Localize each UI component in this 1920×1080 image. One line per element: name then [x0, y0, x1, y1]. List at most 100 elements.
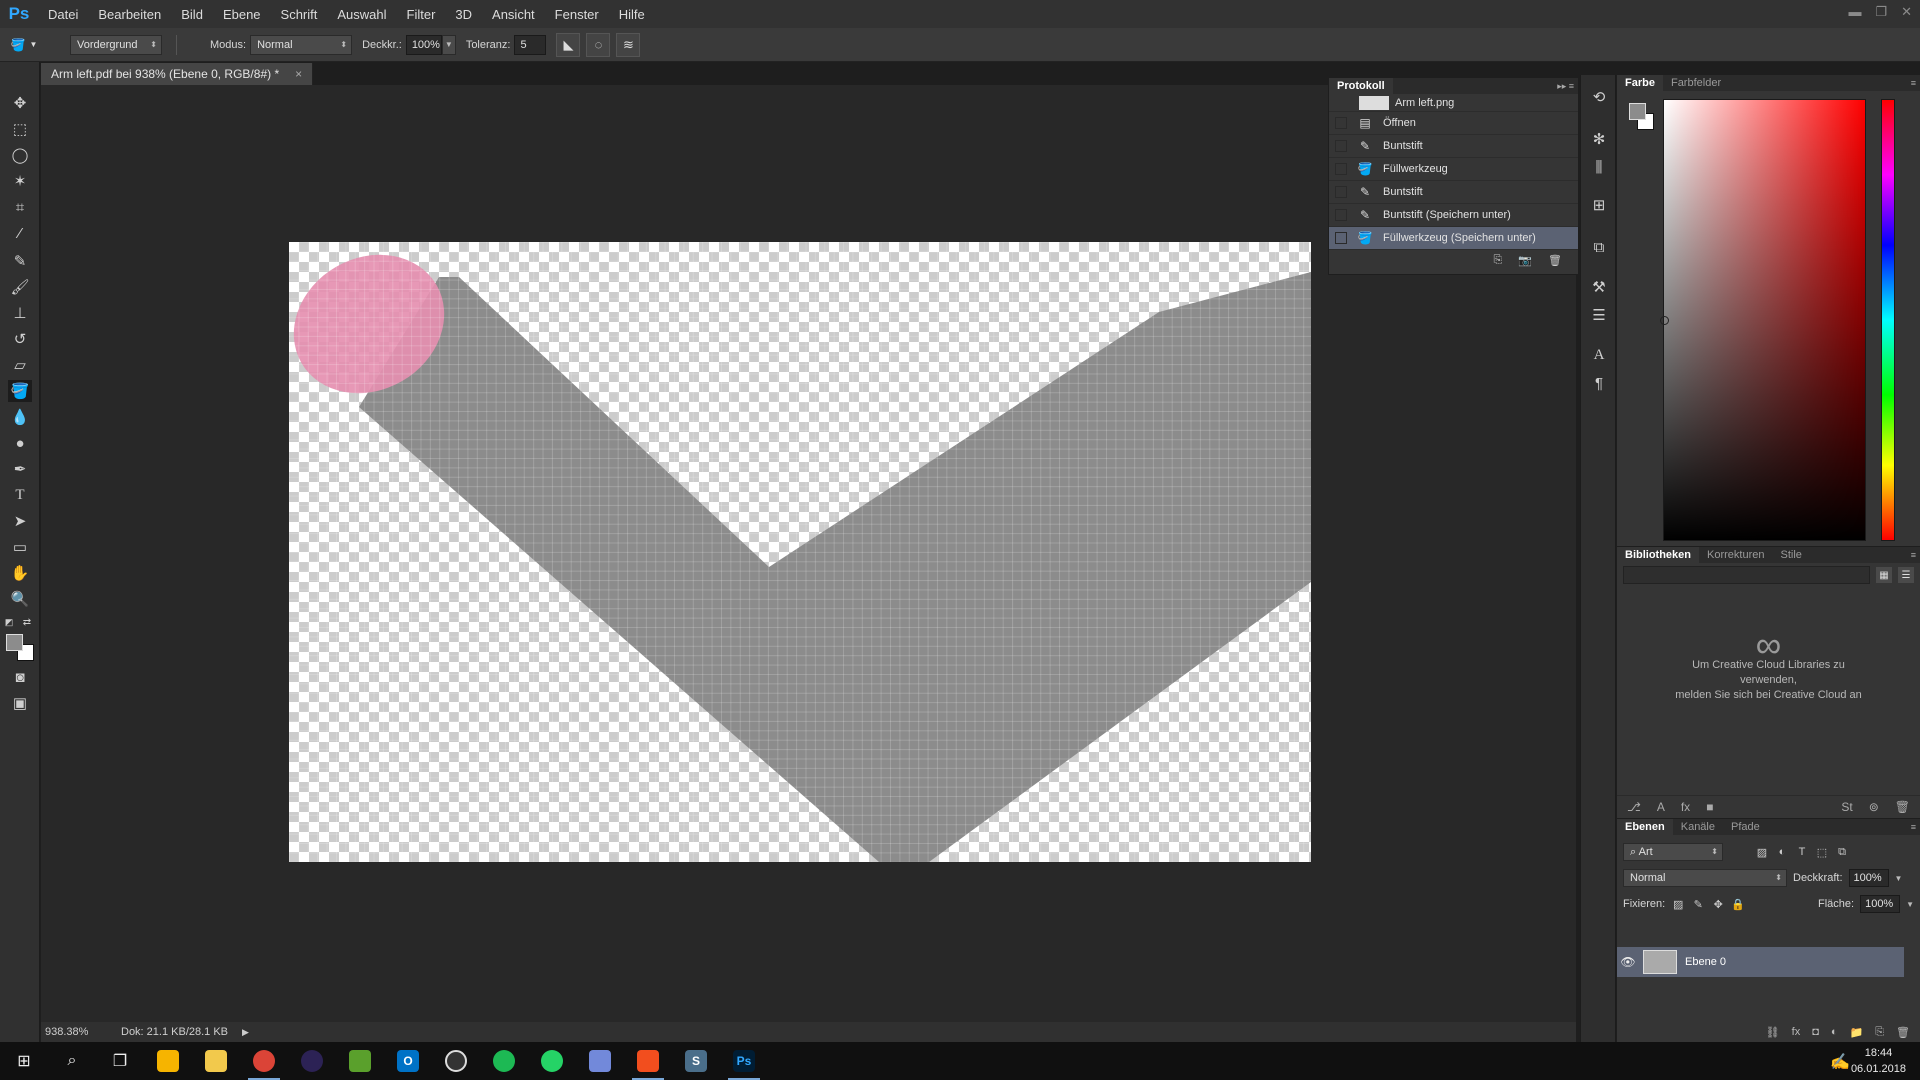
- whatsapp-icon[interactable]: [528, 1042, 576, 1080]
- menu-filter[interactable]: Filter: [397, 7, 446, 22]
- tab-kanaele[interactable]: Kanäle: [1673, 819, 1723, 835]
- history-brush-tool-icon[interactable]: ↺: [8, 328, 32, 350]
- move-tool-icon[interactable]: ✥: [8, 92, 32, 114]
- panel-menu-icon[interactable]: ≡: [1911, 822, 1920, 832]
- type-tool-icon[interactable]: T: [8, 484, 32, 506]
- smart-object-filter-icon[interactable]: ⧉: [1835, 845, 1849, 859]
- document-tab[interactable]: Arm left.pdf bei 938% (Ebene 0, RGB/8#) …: [41, 63, 314, 85]
- history-panel-icon[interactable]: ⟲: [1587, 85, 1611, 109]
- opacity-slider-toggle[interactable]: ▼: [441, 34, 456, 55]
- add-layer-style-icon[interactable]: fx: [1681, 800, 1690, 814]
- rectangle-tool-icon[interactable]: ▭: [8, 536, 32, 558]
- menu-3d[interactable]: 3D: [445, 7, 482, 22]
- grid-view-icon[interactable]: ▦: [1876, 567, 1892, 583]
- eraser-tool-icon[interactable]: ▱: [8, 354, 32, 376]
- history-item-selected[interactable]: 🪣 Füllwerkzeug (Speichern unter): [1329, 227, 1578, 250]
- task-view-icon[interactable]: ❐: [96, 1042, 144, 1080]
- restore-icon[interactable]: ❐: [1875, 4, 1887, 20]
- zoom-tool-icon[interactable]: 🔍: [8, 588, 32, 610]
- panel-collapse-icon[interactable]: ▸▸ ≡: [1557, 81, 1578, 92]
- sync-icon[interactable]: ⊚: [1869, 800, 1879, 814]
- menu-auswahl[interactable]: Auswahl: [327, 7, 396, 22]
- all-layers-icon[interactable]: ≋: [616, 32, 641, 57]
- quick-mask-icon[interactable]: ◙: [8, 666, 32, 688]
- menu-bild[interactable]: Bild: [171, 7, 213, 22]
- shape-filter-icon[interactable]: ⬚: [1815, 845, 1829, 859]
- history-source-checkbox[interactable]: [1335, 117, 1347, 129]
- new-group-icon[interactable]: 📁: [1850, 1026, 1864, 1039]
- eyedropper-tool-icon[interactable]: ⁄: [8, 222, 32, 244]
- clock[interactable]: 18:44 06.01.2018: [1851, 1045, 1906, 1077]
- color-picker-handle[interactable]: [1660, 316, 1669, 325]
- screen-mode-icon[interactable]: ▣: [8, 692, 32, 714]
- lock-all-icon[interactable]: 🔒: [1731, 897, 1745, 911]
- layer-style-icon[interactable]: fx: [1792, 1026, 1801, 1038]
- layer-row[interactable]: 👁 Ebene 0: [1617, 947, 1904, 977]
- lock-transparency-icon[interactable]: ▨: [1671, 897, 1685, 911]
- notepad-icon[interactable]: [336, 1042, 384, 1080]
- list-view-icon[interactable]: ☰: [1898, 567, 1914, 583]
- pen-tool-icon[interactable]: ✒: [8, 458, 32, 480]
- history-snapshot[interactable]: Arm left.png: [1329, 94, 1578, 112]
- foreground-color-swatch[interactable]: [1629, 103, 1646, 120]
- fill-input[interactable]: 100%: [1860, 895, 1901, 913]
- new-layer-icon[interactable]: ⎘: [1875, 1026, 1884, 1039]
- menu-ebene[interactable]: Ebene: [213, 7, 271, 22]
- layer-name[interactable]: Ebene 0: [1685, 956, 1726, 968]
- marquee-tool-icon[interactable]: ⬚: [8, 118, 32, 140]
- magic-wand-tool-icon[interactable]: ✶: [8, 170, 32, 192]
- menu-fenster[interactable]: Fenster: [545, 7, 609, 22]
- clone-source-icon[interactable]: ⊞: [1587, 193, 1611, 217]
- minimize-icon[interactable]: ▬: [1848, 4, 1861, 20]
- foreground-color-swatch[interactable]: [6, 634, 23, 651]
- blend-mode-select[interactable]: Normal ⬍: [1623, 869, 1787, 887]
- navigator-icon[interactable]: ⧉: [1587, 235, 1611, 259]
- tool-presets-icon[interactable]: ⚒: [1587, 275, 1611, 299]
- healing-brush-tool-icon[interactable]: ✎: [8, 250, 32, 272]
- history-source-checkbox[interactable]: [1335, 232, 1347, 244]
- default-colors-icon[interactable]: ◩: [2, 616, 16, 628]
- delete-layer-icon[interactable]: 🗑: [1896, 1026, 1910, 1039]
- history-source-checkbox[interactable]: [1335, 209, 1347, 221]
- contiguous-icon[interactable]: ◌: [586, 32, 611, 57]
- panel-menu-icon[interactable]: ≡: [1911, 78, 1920, 88]
- panel-menu-icon[interactable]: ≡: [1911, 550, 1920, 560]
- chevron-down-icon[interactable]: ▼: [1895, 874, 1903, 883]
- menu-ansicht[interactable]: Ansicht: [482, 7, 545, 22]
- zoom-level[interactable]: 938.38%: [41, 1026, 117, 1038]
- discord-icon[interactable]: [576, 1042, 624, 1080]
- adjustment-layer-icon[interactable]: ◐: [1831, 1026, 1838, 1038]
- search-icon[interactable]: ⌕: [48, 1042, 96, 1080]
- type-filter-icon[interactable]: T: [1795, 845, 1809, 859]
- hue-slider[interactable]: [1881, 99, 1895, 541]
- menu-bearbeiten[interactable]: Bearbeiten: [88, 7, 171, 22]
- tab-ebenen[interactable]: Ebenen: [1617, 819, 1673, 835]
- windows-ink-icon[interactable]: ✍: [1830, 1052, 1850, 1072]
- history-item[interactable]: ✎ Buntstift (Speichern unter): [1329, 204, 1578, 227]
- properties-icon[interactable]: ☰: [1587, 303, 1611, 327]
- file-explorer-icon[interactable]: [192, 1042, 240, 1080]
- brush-presets-icon[interactable]: ⫼: [1587, 155, 1611, 179]
- sublime-icon[interactable]: S: [672, 1042, 720, 1080]
- menu-schrift[interactable]: Schrift: [271, 7, 328, 22]
- opacity-input[interactable]: 100%: [405, 34, 442, 55]
- path-selection-tool-icon[interactable]: ➤: [8, 510, 32, 532]
- chevron-down-icon[interactable]: ▼: [1906, 900, 1914, 909]
- visibility-eye-icon[interactable]: 👁: [1617, 955, 1639, 969]
- delete-state-icon[interactable]: 🗑: [1548, 254, 1562, 267]
- dodge-tool-icon[interactable]: ●: [8, 432, 32, 454]
- history-item[interactable]: ✎ Buntstift: [1329, 181, 1578, 204]
- tab-pfade[interactable]: Pfade: [1723, 819, 1768, 835]
- menu-datei[interactable]: Datei: [38, 7, 88, 22]
- tab-protokoll[interactable]: Protokoll: [1329, 78, 1393, 94]
- new-document-from-state-icon[interactable]: ⎘: [1494, 254, 1503, 267]
- brush-tool-icon[interactable]: 🖌: [8, 276, 32, 298]
- tab-farbfelder[interactable]: Farbfelder: [1663, 75, 1729, 91]
- character-panel-icon[interactable]: A: [1587, 343, 1611, 367]
- history-source-checkbox[interactable]: [1335, 140, 1347, 152]
- link-layers-icon[interactable]: ⛓: [1766, 1026, 1780, 1039]
- paragraph-panel-icon[interactable]: ¶: [1587, 371, 1611, 395]
- figma-icon[interactable]: [624, 1042, 672, 1080]
- delete-library-item-icon[interactable]: 🗑: [1895, 800, 1910, 814]
- layer-opacity-input[interactable]: 100%: [1848, 869, 1889, 887]
